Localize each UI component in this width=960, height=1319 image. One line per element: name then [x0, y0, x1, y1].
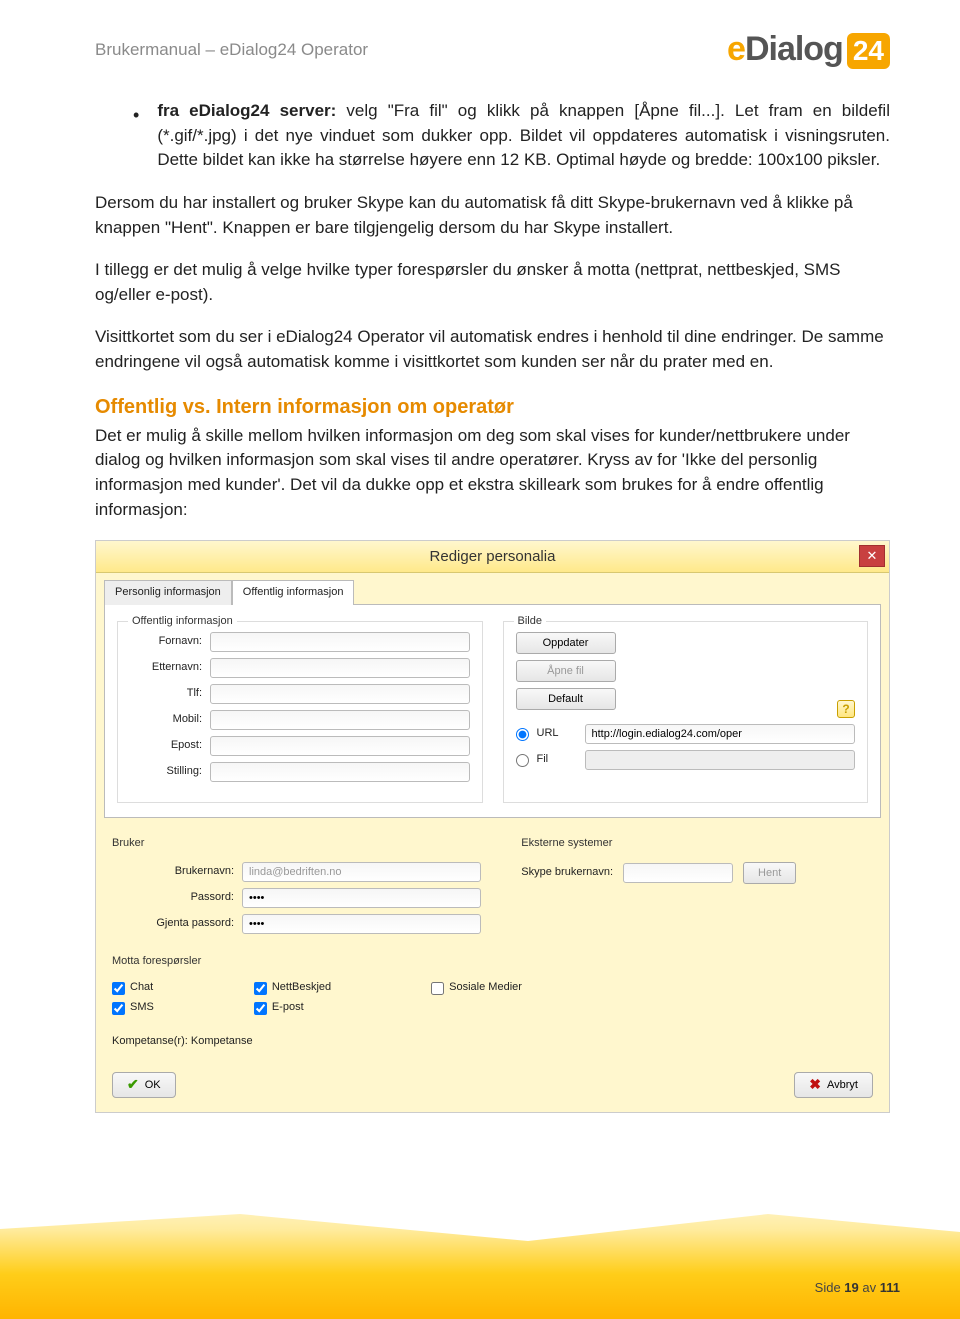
fieldset-legend-offentlig: Offentlig informasjon — [128, 614, 237, 630]
brukernavn-input[interactable] — [242, 862, 481, 882]
cancel-icon: ✖ — [809, 1076, 821, 1093]
dialog-rediger-personalia: Rediger personalia ✕ Personlig informasj… — [95, 540, 890, 1113]
paragraph-3: Visittkortet som du ser i eDialog24 Oper… — [95, 325, 890, 374]
label-url: URL — [537, 726, 577, 742]
etternavn-input[interactable] — [210, 658, 470, 678]
help-icon[interactable]: ? — [837, 700, 855, 718]
tab-offentlig[interactable]: Offentlig informasjon — [232, 580, 355, 605]
close-icon[interactable]: ✕ — [859, 545, 885, 567]
dialog-title: Rediger personalia — [430, 546, 556, 568]
mobil-input[interactable] — [210, 710, 470, 730]
bullet-lead: fra eDialog24 server: — [157, 101, 336, 120]
dialog-lower: Bruker Brukernavn: Passord: Gjenta passo… — [96, 826, 889, 1112]
fil-radio[interactable] — [516, 754, 529, 767]
label-fil: Fil — [537, 752, 577, 768]
page-av: av — [859, 1280, 880, 1295]
label-stilling: Stilling: — [130, 764, 210, 780]
motta-title: Motta forespørsler — [112, 954, 873, 970]
fil-input — [585, 750, 856, 770]
passord-input[interactable] — [242, 888, 481, 908]
tab-panel: Offentlig informasjon Fornavn: Etternavn… — [104, 604, 881, 818]
manual-title: Brukermanual – eDialog24 Operator — [95, 40, 368, 60]
gjenta-passord-input[interactable] — [242, 914, 481, 934]
tlf-input[interactable] — [210, 684, 470, 704]
label-skype: Skype brukernavn: — [521, 865, 613, 881]
check-icon: ✔ — [127, 1076, 139, 1093]
url-input[interactable] — [585, 724, 856, 744]
paragraph-2: I tillegg er det mulig å velge hvilke ty… — [95, 258, 890, 307]
logo-badge: 24 — [847, 33, 890, 69]
label-sosiale: Sosiale Medier — [449, 980, 522, 996]
section-heading: Offentlig vs. Intern informasjon om oper… — [95, 393, 890, 422]
label-gjenta: Gjenta passord: — [112, 916, 242, 932]
url-radio[interactable] — [516, 728, 529, 741]
apne-fil-button[interactable]: Åpne fil — [516, 660, 616, 682]
tab-strip: Personlig informasjon Offentlig informas… — [96, 573, 889, 604]
fieldset-legend-bilde: Bilde — [514, 614, 546, 630]
skype-input[interactable] — [623, 863, 733, 883]
kompetanse-text: Kompetanse(r): Kompetanse — [112, 1034, 873, 1050]
page-total: 111 — [880, 1280, 900, 1295]
ok-label: OK — [145, 1079, 161, 1091]
label-epost: Epost: — [130, 738, 210, 754]
oppdater-button[interactable]: Oppdater — [516, 632, 616, 654]
label-nettbeskjed: NettBeskjed — [272, 980, 331, 996]
page-header: Brukermanual – eDialog24 Operator e Dial… — [95, 30, 890, 69]
dialog-titlebar: Rediger personalia ✕ — [96, 541, 889, 573]
bullet-text: fra eDialog24 server: velg "Fra fil" og … — [157, 99, 890, 173]
section-body: Det er mulig å skille mellom hvilken inf… — [95, 424, 890, 523]
label-tlf: Tlf: — [130, 686, 210, 702]
label-passord: Passord: — [112, 890, 242, 906]
label-epost-chk: E-post — [272, 1000, 304, 1016]
fornavn-input[interactable] — [210, 632, 470, 652]
logo-e: e — [727, 30, 745, 69]
stilling-input[interactable] — [210, 762, 470, 782]
sms-checkbox[interactable] — [112, 1002, 125, 1015]
hent-button[interactable]: Hent — [743, 862, 796, 884]
label-mobil: Mobil: — [130, 712, 210, 728]
tab-personlig[interactable]: Personlig informasjon — [104, 580, 232, 605]
page-side: Side — [815, 1280, 845, 1295]
fieldset-offentlig-info: Offentlig informasjon Fornavn: Etternavn… — [117, 621, 483, 803]
eksterne-title: Eksterne systemer — [521, 836, 873, 852]
logo: e Dialog 24 — [727, 30, 890, 69]
label-etternavn: Etternavn: — [130, 660, 210, 676]
label-brukernavn: Brukernavn: — [112, 864, 242, 880]
bullet-item: • fra eDialog24 server: velg "Fra fil" o… — [133, 99, 890, 173]
fieldset-bilde: Bilde Oppdater Åpne fil Default ? URL — [503, 621, 869, 803]
label-sms: SMS — [130, 1000, 154, 1016]
label-fornavn: Fornavn: — [130, 634, 210, 650]
avbryt-label: Avbryt — [827, 1079, 858, 1091]
epost-input[interactable] — [210, 736, 470, 756]
page-number: Side 19 av 111 — [815, 1280, 900, 1295]
avbryt-button[interactable]: ✖ Avbryt — [794, 1072, 873, 1098]
label-chat: Chat — [130, 980, 153, 996]
nettbeskjed-checkbox[interactable] — [254, 982, 267, 995]
sosiale-checkbox[interactable] — [431, 982, 444, 995]
bullet-dot: • — [133, 102, 139, 173]
default-button[interactable]: Default — [516, 688, 616, 710]
page-current: 19 — [844, 1280, 858, 1295]
ok-button[interactable]: ✔ OK — [112, 1072, 176, 1098]
bruker-title: Bruker — [112, 836, 481, 852]
paragraph-1: Dersom du har installert og bruker Skype… — [95, 191, 890, 240]
chat-checkbox[interactable] — [112, 982, 125, 995]
epost-checkbox[interactable] — [254, 1002, 267, 1015]
logo-dialog: Dialog — [745, 30, 843, 69]
